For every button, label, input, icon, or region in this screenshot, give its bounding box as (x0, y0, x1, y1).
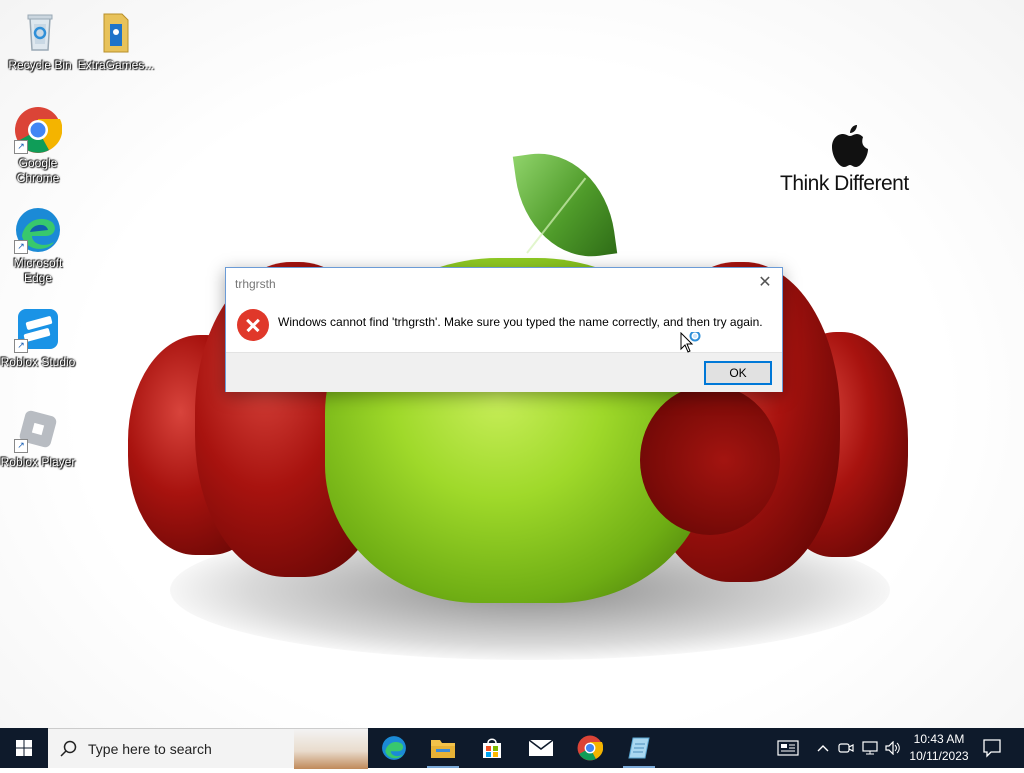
taskbar-file-explorer[interactable] (419, 728, 467, 768)
desktop-icon-label: Recycle Bin (8, 58, 72, 72)
desktop-icon-microsoft-edge[interactable]: ↗ Microsoft Edge (0, 206, 78, 286)
apple-logo-icon (832, 125, 868, 167)
desktop-icon-label: ExtraGames... (77, 58, 155, 72)
recycle-bin-icon (16, 8, 64, 56)
network-button[interactable] (860, 738, 880, 758)
desktop-icon-label: Roblox Studio (0, 355, 76, 369)
desktop: Think Different Recycle Bin ExtraGames..… (0, 0, 1024, 728)
roblox-studio-icon: ↗ (14, 305, 62, 353)
show-hidden-icons-button[interactable] (813, 738, 833, 758)
error-icon (237, 309, 269, 341)
desktop-icon-roblox-player[interactable]: ↗ Roblox Player (0, 405, 78, 470)
wallpaper-brand-text: Think Different (780, 172, 909, 195)
shortcut-arrow-icon: ↗ (14, 339, 28, 353)
search-icon (60, 740, 77, 757)
error-dialog: trhgrsth ✕ Windows cannot find 'trhgrsth… (225, 267, 783, 392)
desktop-icon-label: Google Chrome (16, 156, 60, 185)
chrome-icon (577, 735, 603, 761)
network-icon (862, 741, 878, 755)
taskbar-microsoft-store[interactable] (468, 728, 516, 768)
taskbar-mail[interactable] (517, 728, 565, 768)
chrome-icon: ↗ (14, 106, 63, 154)
mail-icon (528, 739, 554, 756)
volume-icon (885, 741, 900, 755)
shortcut-arrow-icon: ↗ (14, 240, 28, 254)
taskbar-chrome[interactable] (566, 728, 614, 768)
notification-icon (983, 739, 1001, 758)
dialog-titlebar[interactable]: trhgrsth ✕ (226, 268, 782, 298)
clock[interactable]: 10:43 AM 10/11/2023 (904, 731, 974, 765)
clock-date: 10/11/2023 (909, 749, 969, 763)
meet-icon (838, 743, 854, 753)
start-button[interactable] (0, 728, 48, 768)
ok-button[interactable]: OK (704, 361, 772, 385)
clock-time: 10:43 AM (913, 732, 965, 746)
shortcut-arrow-icon: ↗ (14, 140, 28, 154)
desktop-icon-recycle-bin[interactable]: Recycle Bin (0, 8, 80, 73)
windows-logo-icon (16, 740, 32, 756)
microsoft-store-icon (483, 738, 501, 758)
dialog-footer: OK (226, 352, 782, 392)
notepad-icon (628, 737, 650, 759)
taskbar-notepad[interactable] (615, 728, 663, 768)
shortcut-arrow-icon: ↗ (14, 439, 28, 453)
desktop-icon-extragames[interactable]: ExtraGames... (76, 8, 156, 73)
taskbar: Type here to search 10:43 AM 10/11/2023 (0, 728, 1024, 769)
file-explorer-icon (431, 740, 455, 758)
busy-cursor-icon (680, 332, 701, 353)
close-button[interactable]: ✕ (754, 272, 776, 294)
volume-button[interactable] (883, 738, 903, 758)
desktop-icon-label: Roblox Player (0, 455, 76, 469)
edge-icon (382, 736, 406, 760)
roblox-player-icon: ↗ (14, 405, 62, 453)
chevron-up-icon (817, 745, 829, 752)
edge-icon: ↗ (14, 206, 62, 254)
dialog-title: trhgrsth (235, 277, 276, 291)
notification-center-button[interactable] (982, 738, 1002, 763)
close-icon: ✕ (758, 274, 772, 291)
meet-now-button[interactable] (836, 738, 856, 758)
folder-icon (92, 8, 140, 56)
dialog-message: Windows cannot find 'trhgrsth'. Make sur… (278, 315, 763, 329)
taskbar-edge[interactable] (370, 728, 418, 768)
news-icon (777, 740, 799, 756)
desktop-icon-google-chrome[interactable]: ↗ Google Chrome (0, 106, 78, 186)
desktop-icon-label: Microsoft Edge (13, 256, 63, 285)
search-placeholder: Type here to search (88, 741, 212, 757)
taskbar-search-box[interactable]: Type here to search (48, 728, 368, 769)
news-button[interactable] (776, 738, 800, 758)
search-highlight-image (294, 729, 368, 769)
desktop-icon-roblox-studio[interactable]: ↗ Roblox Studio (0, 305, 78, 370)
